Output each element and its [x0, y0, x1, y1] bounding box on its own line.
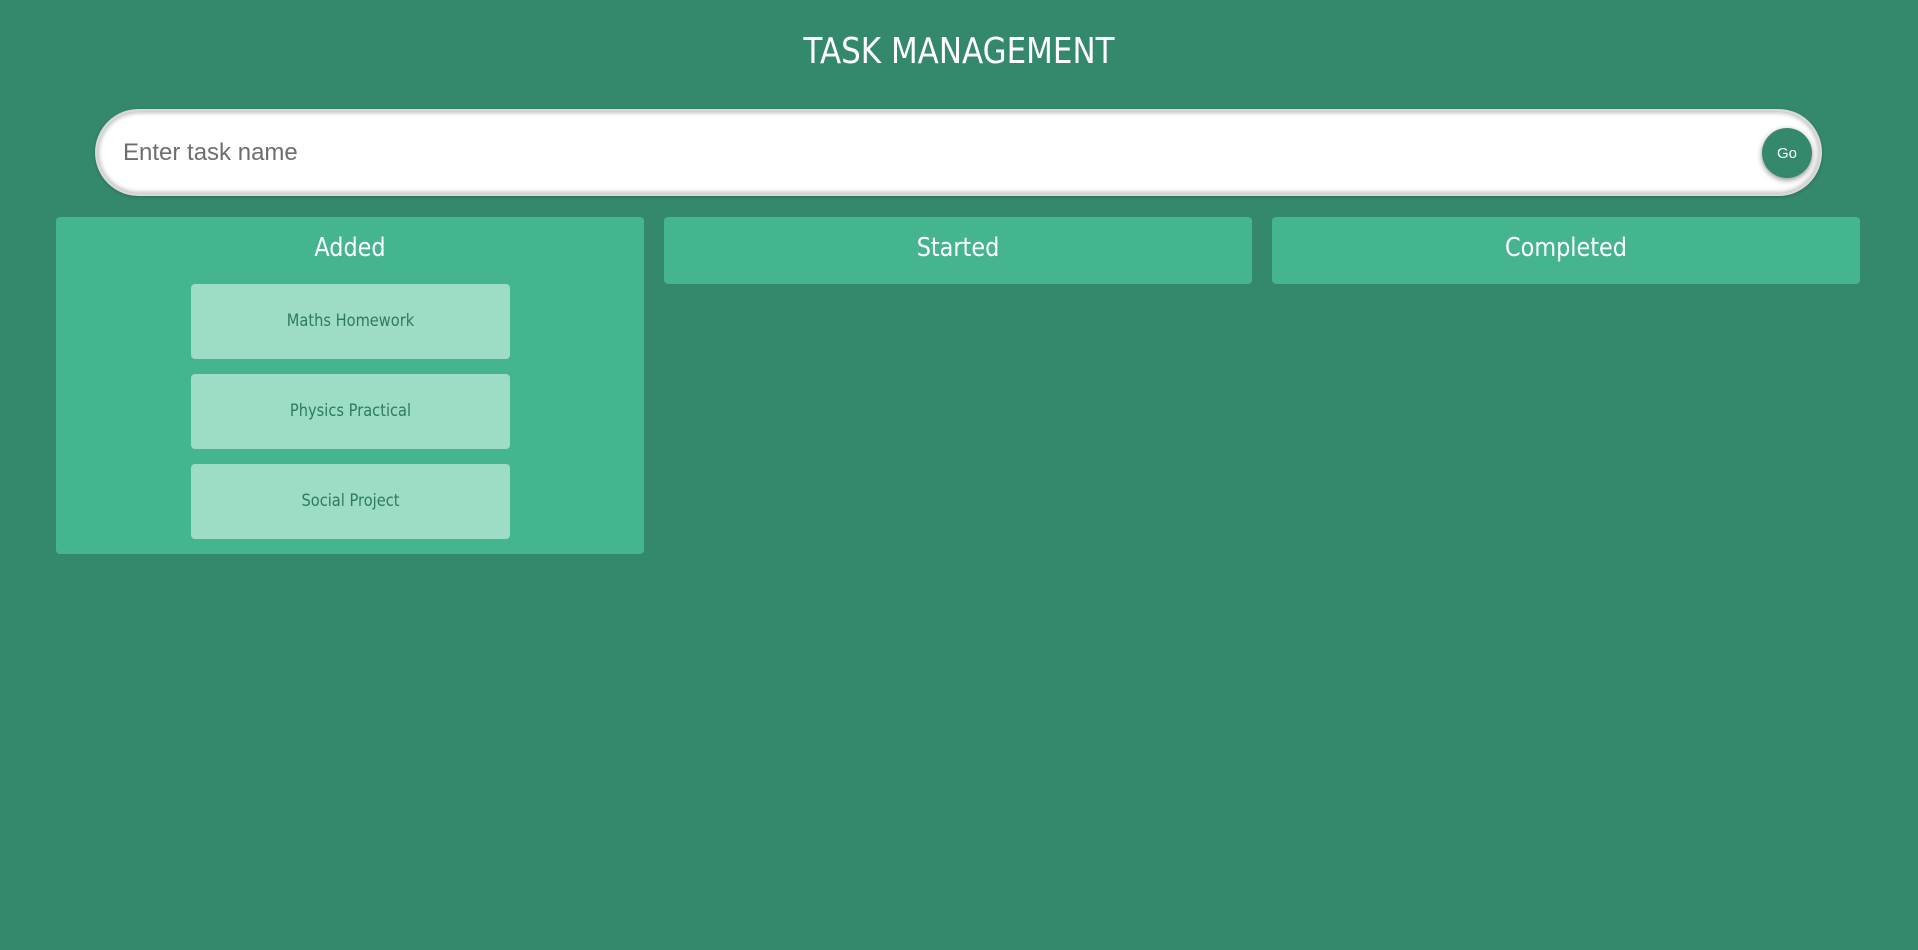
page-title: TASK MANAGEMENT [803, 31, 1115, 72]
column-added[interactable]: Added Maths Homework Physics Practical S… [56, 217, 644, 554]
column-started[interactable]: Started [664, 217, 1252, 284]
task-card[interactable]: Social Project [191, 464, 510, 539]
task-name-input[interactable] [123, 129, 1723, 177]
task-label: Physics Practical [289, 401, 412, 421]
column-title: Started [916, 233, 1000, 263]
column-title: Completed [1505, 233, 1627, 263]
column-title: Added [314, 233, 386, 263]
column-completed[interactable]: Completed [1272, 217, 1860, 284]
go-button[interactable]: Go [1762, 128, 1812, 178]
task-form: Go [95, 109, 1822, 196]
task-card[interactable]: Physics Practical [191, 374, 510, 449]
task-label: Social Project [301, 491, 400, 511]
task-card[interactable]: Maths Homework [191, 284, 510, 359]
task-label: Maths Homework [286, 311, 415, 331]
